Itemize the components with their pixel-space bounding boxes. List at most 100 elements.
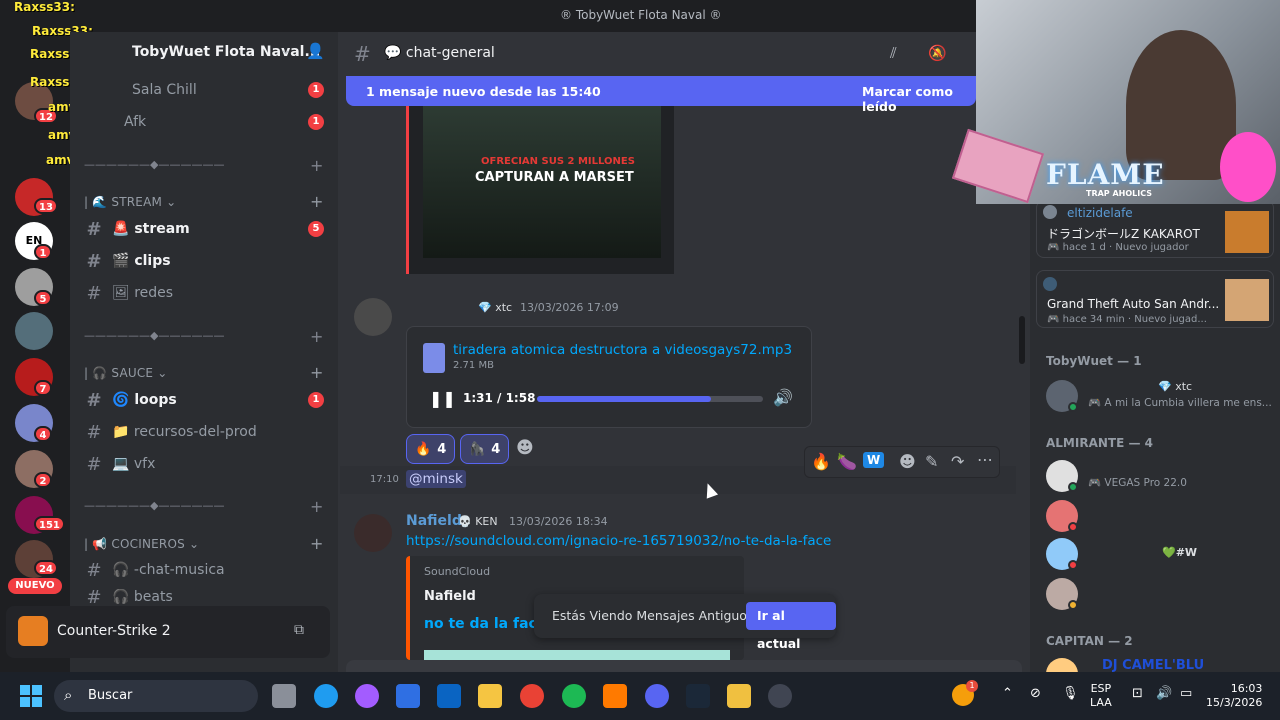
category-sauce[interactable]: | 🎧 SAUCE ⌄ + [84, 363, 323, 382]
windows-start-icon[interactable] [20, 685, 42, 707]
new-servers-pill[interactable]: NUEVO [8, 578, 62, 594]
category-label: STREAM [111, 195, 163, 209]
channel-vfx[interactable]: # 💻 vfx [84, 451, 324, 477]
discord-icon[interactable] [645, 684, 669, 708]
edit-icon[interactable]: ✎ [925, 452, 938, 471]
channel-loops[interactable]: # 🌀 loops 1 [84, 387, 324, 413]
channel-label: -chat-musica [133, 562, 225, 578]
member-item[interactable] [1046, 576, 1276, 612]
channel-chat-musica[interactable]: # 🎧 -chat-musica [84, 557, 324, 583]
microphone-icon[interactable]: 🎙 [1062, 686, 1079, 701]
plus-icon[interactable]: + [310, 158, 323, 171]
member-item[interactable]: DJ CAMEL'BLU [1046, 656, 1276, 672]
network-icon[interactable]: ⊡ [1132, 686, 1143, 701]
channel-emoji: 💻 [112, 456, 130, 472]
clock[interactable]: 16:03 15/3/2026 [1206, 682, 1262, 710]
channel-sala-chill[interactable]: Sala Chill 1 [132, 77, 324, 103]
steam-icon[interactable] [686, 684, 710, 708]
add-user-icon[interactable]: 👤 [306, 42, 325, 60]
timestamp: 13/03/2026 18:34 [509, 515, 608, 528]
avatar[interactable] [354, 514, 392, 552]
fire-icon[interactable]: 🔥 [811, 452, 831, 471]
member-item[interactable]: 🎮 VEGAS Pro 22.0 [1046, 458, 1276, 494]
channel-stream[interactable]: # 🚨 stream 5 [84, 216, 324, 242]
w-emoji-icon[interactable]: W [863, 452, 885, 468]
eggplant-icon[interactable]: 🍆 [837, 452, 857, 471]
chevron-up-icon[interactable]: ⌃ [1002, 686, 1013, 701]
mute-icon[interactable]: 🔕 [928, 44, 947, 62]
threads-icon[interactable]: ⫽ [890, 44, 897, 62]
channel-clips[interactable]: # 🎬 clips [84, 248, 324, 274]
server-name[interactable]: TobyWuet Flota Naval... [132, 44, 320, 60]
activity-meta: 🎮 hace 34 min · Nuevo jugad... [1047, 314, 1207, 325]
store-icon[interactable] [396, 684, 420, 708]
screen-share-icon[interactable]: ⧉ [294, 622, 304, 638]
plus-icon[interactable]: + [310, 329, 323, 342]
role-tag: 💎 xtc [478, 301, 513, 314]
plus-icon[interactable]: + [310, 534, 324, 553]
separator: ——————◆—————— + [84, 329, 324, 342]
reaction-fire[interactable]: 🔥 4 [406, 434, 456, 464]
server-icon[interactable] [15, 312, 53, 350]
channel-header: # 💬 chat-general ⫽ 🔕 [338, 36, 1030, 72]
add-reaction-icon[interactable]: ☻ [899, 452, 916, 471]
plus-icon[interactable]: + [310, 363, 324, 382]
audio-time: 1:31 / 1:58 [463, 391, 536, 405]
channel-afk[interactable]: Afk 1 [124, 109, 324, 135]
chevron-down-icon[interactable]: ⌄ [280, 42, 292, 58]
tray-icon[interactable]: ⊘ [1030, 686, 1041, 701]
reaction-count: 4 [437, 441, 447, 457]
app-icon[interactable] [727, 684, 751, 708]
channel-recursos-del-prod[interactable]: # 📁 recursos-del-prod [84, 419, 324, 445]
language-indicator[interactable]: ESP LAA [1090, 682, 1112, 710]
member-item[interactable]: 💎 xtc 🎮 A mi la Cumbia villera me ens... [1046, 378, 1276, 414]
chrome-icon[interactable] [520, 684, 544, 708]
edge-icon[interactable] [314, 684, 338, 708]
search-box[interactable]: ⌕ Buscar [54, 680, 258, 712]
scrollbar-thumb[interactable] [1019, 316, 1025, 364]
forward-icon[interactable]: ↷ [951, 452, 964, 471]
add-reaction-icon[interactable]: ☻ [516, 438, 534, 458]
video-embed[interactable]: OFRECIAN SUS 2 MILLONES CAPTURAN A MARSE… [406, 106, 674, 274]
embed-author[interactable]: Nafield [424, 589, 476, 604]
battery-icon[interactable]: ▭ [1180, 686, 1192, 701]
message-input[interactable] [346, 660, 1022, 672]
member-item[interactable]: 💚#W [1046, 536, 1276, 572]
member-item[interactable] [1046, 498, 1276, 534]
jump-to-present-button[interactable]: Ir al actual [746, 602, 836, 651]
channel-redes[interactable]: # 🖼 redes [84, 280, 324, 306]
plus-icon[interactable]: + [310, 499, 323, 512]
avatar[interactable] [354, 298, 392, 336]
audio-progress-fill [537, 396, 712, 402]
more-icon[interactable]: ⋯ [977, 450, 993, 469]
category-stream[interactable]: | 🌊 STREAM ⌄ + [84, 192, 323, 211]
search-icon: ⌕ [64, 686, 73, 704]
reaction-gorilla[interactable]: 🦍 4 [460, 434, 510, 464]
new-messages-banner[interactable]: 1 mensaje nuevo desde las 15:40 Marcar c… [346, 76, 976, 114]
soundcloud-icon[interactable] [603, 684, 627, 708]
user-mention[interactable]: @minsk [406, 470, 466, 488]
folder-icon[interactable] [478, 684, 502, 708]
language-code: ESP [1090, 682, 1112, 695]
message-link[interactable]: https://soundcloud.com/ignacio-re-165719… [406, 533, 831, 549]
obs-icon[interactable] [768, 684, 792, 708]
volume-icon[interactable]: 🔊 [773, 388, 793, 407]
game-activity-bar[interactable]: Counter-Strike 2 ⧉ [6, 606, 330, 658]
hash-icon: # [86, 250, 102, 272]
task-view-icon[interactable] [272, 684, 296, 708]
plus-icon[interactable]: + [310, 192, 324, 211]
embed-title[interactable]: no te da la face [424, 616, 546, 632]
outlook-icon[interactable] [437, 684, 461, 708]
channel-beats[interactable]: # 🎧 beats [84, 589, 324, 605]
audio-filename[interactable]: tiradera atomica destructora a videosgay… [453, 342, 792, 358]
audio-progress-track[interactable] [537, 396, 763, 402]
activity-card[interactable]: Grand Theft Auto San Andr... 🎮 hace 34 m… [1036, 270, 1274, 328]
copilot-icon[interactable] [355, 684, 379, 708]
message-author[interactable]: Nafield [406, 513, 462, 529]
category-cocineros[interactable]: | 📢 COCINEROS ⌄ + [84, 534, 323, 553]
volume-icon[interactable]: 🔊 [1156, 686, 1172, 701]
spotify-icon[interactable] [562, 684, 586, 708]
pause-icon[interactable]: ❚❚ [429, 389, 456, 408]
activity-card[interactable]: eltizidelafe ドラゴンボールZ KAKAROT 🎮 hace 1 d… [1036, 200, 1274, 258]
mark-read-button[interactable]: Marcar como leído [862, 84, 976, 114]
